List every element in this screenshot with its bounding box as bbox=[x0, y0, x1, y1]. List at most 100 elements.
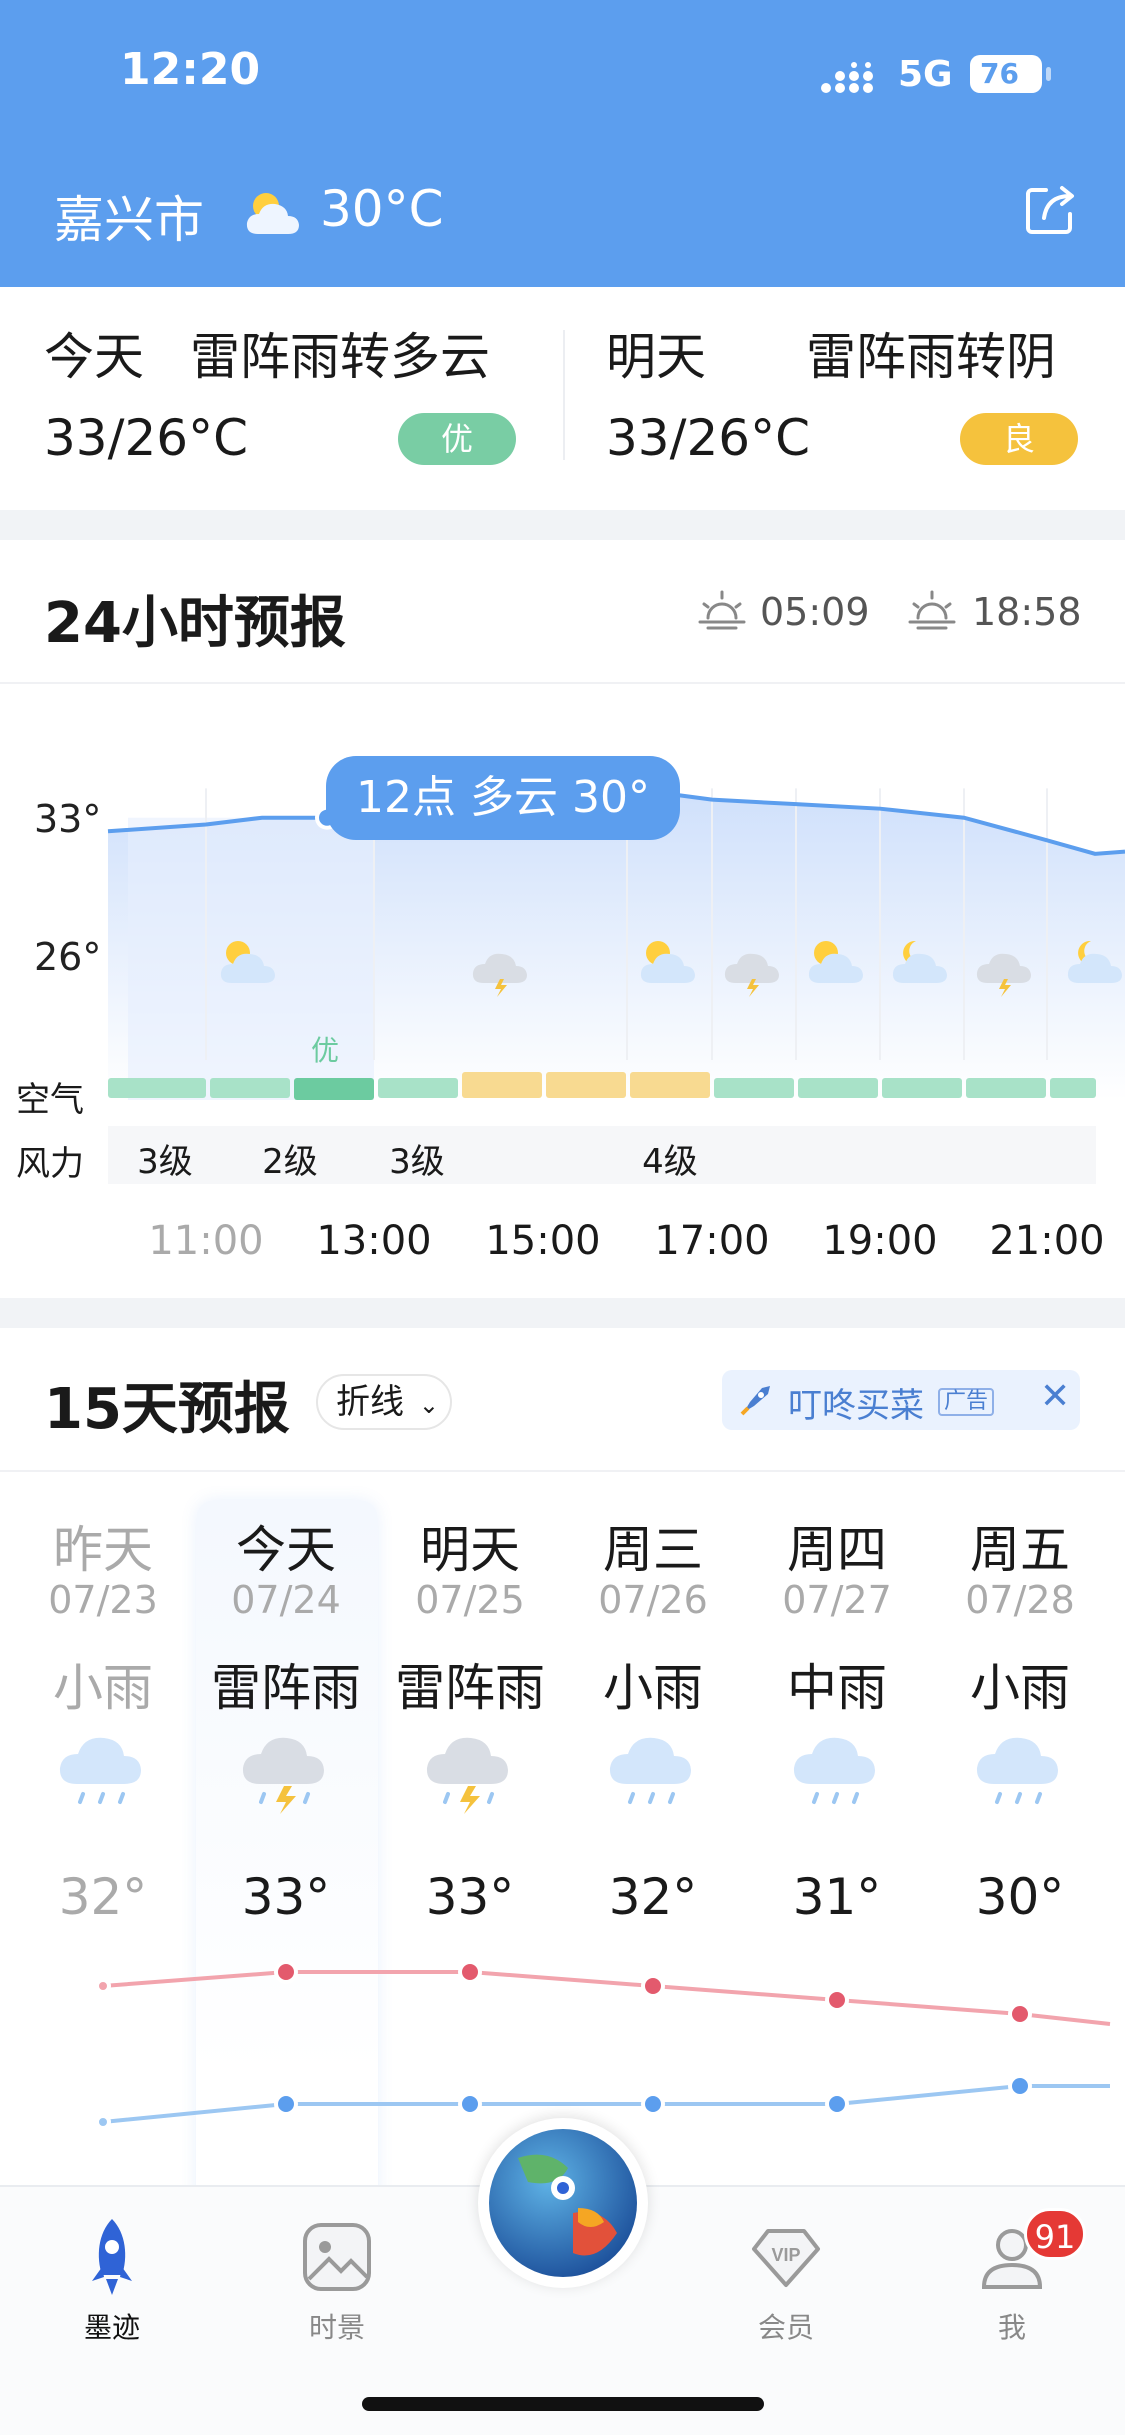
sunrise-time: 05:09 bbox=[760, 590, 870, 634]
wind-row-label: 风力 bbox=[16, 1144, 84, 1184]
current-temp: 30°C bbox=[320, 180, 444, 238]
network-type: 5G bbox=[898, 54, 953, 95]
air-quality-segment bbox=[798, 1078, 878, 1098]
day-column[interactable]: 周三 07/26 小雨 32° bbox=[563, 1510, 743, 1926]
notification-badge: 91 bbox=[1024, 2208, 1086, 2260]
time-tick: 17:00 bbox=[654, 1218, 770, 1264]
ad-tag: 广告 bbox=[938, 1388, 995, 1416]
day-date: 07/26 bbox=[598, 1578, 708, 1622]
tab-vip[interactable]: VIP 会员 bbox=[726, 2215, 846, 2346]
low-temp-point bbox=[641, 2092, 665, 2116]
tab-label: 墨迹 bbox=[83, 2311, 140, 2344]
rain-cloud-icon bbox=[930, 1718, 1110, 1868]
air-current-label: 优 bbox=[311, 1034, 339, 1067]
ad-text: 叮咚买菜 bbox=[788, 1386, 924, 1426]
daily-title: 15天预报 bbox=[44, 1377, 290, 1442]
wind-level: 2级 bbox=[262, 1142, 318, 1182]
vip-text: VIP bbox=[771, 2245, 800, 2265]
section-divider bbox=[0, 682, 1125, 684]
day-column[interactable]: 明天 07/25 雷阵雨 33° bbox=[380, 1510, 560, 1926]
day-date: 07/23 bbox=[48, 1578, 158, 1622]
day-name: 明天 bbox=[420, 1521, 520, 1579]
high-temp-point bbox=[825, 1988, 849, 2012]
air-quality-segment bbox=[1050, 1078, 1096, 1098]
time-tick: 19:00 bbox=[822, 1218, 938, 1264]
low-temp-point bbox=[274, 2092, 298, 2116]
day-condition: 雷阵雨 bbox=[395, 1659, 545, 1717]
day-high-temp: 30° bbox=[975, 1868, 1065, 1926]
day-column[interactable]: 周五 07/28 小雨 30° bbox=[930, 1510, 1110, 1926]
air-quality-segment bbox=[546, 1072, 626, 1098]
day-date: 07/25 bbox=[415, 1578, 525, 1622]
air-quality-segment bbox=[462, 1072, 542, 1098]
rocket-icon bbox=[740, 1386, 770, 1416]
today-aqi-badge: 优 bbox=[398, 413, 516, 465]
close-icon[interactable]: ✕ bbox=[1040, 1376, 1070, 1417]
today-temp: 33/26°C bbox=[44, 409, 249, 467]
low-temp-point bbox=[458, 2092, 482, 2116]
view-mode-dropdown[interactable]: 折线 ⌄ bbox=[316, 1374, 452, 1430]
day-name: 周四 bbox=[787, 1521, 887, 1579]
air-quality-segment bbox=[966, 1078, 1046, 1098]
home-indicator bbox=[362, 2397, 764, 2411]
time-tick: 21:00 bbox=[989, 1218, 1105, 1264]
high-temp-point bbox=[1008, 2002, 1032, 2026]
tab-shijing[interactable]: 时景 bbox=[277, 2215, 397, 2346]
header: 12:20 5G 76 嘉兴市 30°C bbox=[0, 0, 1125, 287]
hour-tooltip: 12点 多云 30° bbox=[326, 756, 680, 840]
day-column[interactable]: 昨天 07/23 小雨 32° bbox=[13, 1510, 193, 1926]
day-condition: 小雨 bbox=[603, 1659, 703, 1717]
section-divider bbox=[0, 1470, 1125, 1472]
time-tick: 13:00 bbox=[316, 1218, 432, 1264]
sunrise-icon bbox=[698, 590, 746, 630]
signal-icon bbox=[821, 62, 873, 93]
rocket-icon bbox=[92, 2219, 132, 2295]
vip-diamond-icon: VIP bbox=[752, 2229, 820, 2287]
high-temp-point bbox=[458, 1960, 482, 1984]
today-condition: 雷阵雨转多云 bbox=[190, 328, 490, 386]
wind-level: 3级 bbox=[137, 1142, 193, 1182]
low-temp-point bbox=[95, 2114, 111, 2130]
day-date: 07/28 bbox=[965, 1578, 1075, 1622]
tab-moji[interactable]: 墨迹 bbox=[52, 2215, 172, 2346]
day-high-temp: 32° bbox=[608, 1868, 698, 1926]
partly-cloudy-icon bbox=[246, 193, 299, 234]
low-temp-line bbox=[102, 2084, 1110, 2124]
view-mode-label: 折线 bbox=[336, 1382, 404, 1422]
tomorrow-condition: 雷阵雨转阴 bbox=[806, 328, 1056, 386]
share-icon[interactable] bbox=[1022, 180, 1080, 238]
day-column[interactable]: 今天 07/24 雷阵雨 33° bbox=[196, 1510, 376, 1926]
day-condition: 中雨 bbox=[787, 1659, 887, 1717]
day-date: 07/27 bbox=[782, 1578, 892, 1622]
day-name: 周三 bbox=[603, 1521, 703, 1579]
high-temp-point bbox=[274, 1960, 298, 1984]
tomorrow-temp: 33/26°C bbox=[606, 409, 811, 467]
divider bbox=[563, 330, 565, 460]
tab-label: 会员 bbox=[757, 2311, 814, 2344]
day-high-temp: 33° bbox=[425, 1868, 515, 1926]
tab-label: 时景 bbox=[308, 2311, 365, 2344]
day-condition: 小雨 bbox=[53, 1659, 153, 1717]
air-quality-segment bbox=[714, 1078, 794, 1098]
sunset-icon bbox=[908, 590, 956, 630]
day-name: 今天 bbox=[236, 1521, 336, 1579]
city-name[interactable]: 嘉兴市 bbox=[54, 180, 204, 252]
rain-cloud-icon bbox=[747, 1718, 927, 1868]
ad-banner[interactable]: 叮咚买菜 广告 ✕ bbox=[722, 1370, 1080, 1430]
day-condition: 雷阵雨 bbox=[211, 1659, 361, 1717]
rain-cloud-icon bbox=[563, 1718, 743, 1868]
thunderstorm-icon bbox=[196, 1718, 376, 1868]
time-tick: 15:00 bbox=[485, 1218, 601, 1264]
radar-globe-button[interactable] bbox=[478, 2118, 648, 2288]
air-quality-segment bbox=[630, 1072, 710, 1098]
wind-level: 4级 bbox=[642, 1142, 698, 1182]
day-name: 昨天 bbox=[53, 1521, 153, 1579]
day-column[interactable]: 周四 07/27 中雨 31° bbox=[747, 1510, 927, 1926]
battery-icon: 76 bbox=[970, 55, 1051, 93]
tomorrow-aqi-badge: 良 bbox=[960, 413, 1078, 465]
hourly-title: 24小时预报 bbox=[44, 591, 346, 656]
thunderstorm-icon bbox=[380, 1718, 560, 1868]
high-temp-line bbox=[102, 1970, 1111, 2026]
sunset-time: 18:58 bbox=[972, 590, 1082, 634]
air-quality-segment bbox=[108, 1078, 206, 1098]
